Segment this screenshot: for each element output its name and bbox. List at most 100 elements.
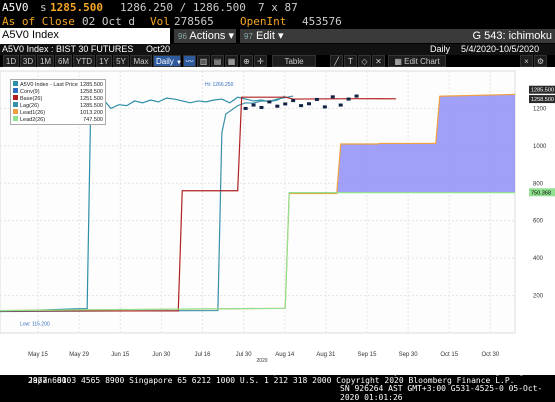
range-5y-button[interactable]: 5Y <box>113 55 129 67</box>
edit-chart-button[interactable]: ▦ Edit Chart <box>388 55 446 67</box>
candle-marker <box>251 103 256 107</box>
settings-icon[interactable]: ⚙ <box>534 55 547 67</box>
draw-line-icon[interactable]: ╱ <box>330 55 343 67</box>
range-3d-button[interactable]: 3D <box>20 55 36 67</box>
zoom-icon[interactable]: ⊕ <box>240 55 253 67</box>
candle-marker <box>322 105 327 109</box>
ticker-symbol: A5V0 <box>2 1 29 14</box>
stats-line: As of Close 02 Oct d Vol 278565 OpenInt … <box>0 14 555 28</box>
range-1m-button[interactable]: 1M <box>37 55 54 67</box>
crosshair-icon[interactable]: ✛ <box>254 55 267 67</box>
security-input[interactable]: A5V0 Index <box>0 28 170 44</box>
legend-item: Base(26) 1251.500 <box>13 95 103 102</box>
legend-swatch <box>13 88 18 93</box>
last-price: 1285.500 <box>50 1 103 14</box>
candle-marker <box>267 100 272 104</box>
edit-menu[interactable]: 97 Edit ▾ <box>240 29 300 43</box>
chevron-down-icon: ▾ <box>228 30 235 42</box>
menu-spacer <box>300 29 460 43</box>
clear-icon[interactable]: × <box>520 55 533 67</box>
actions-menu[interactable]: 96 Actions ▾ <box>174 29 236 43</box>
legend-value: 1013.200 <box>80 109 103 116</box>
vol-label: Vol <box>150 15 170 28</box>
x-tick-label: Oct 30 <box>481 352 499 358</box>
openint-value: 453576 <box>302 15 342 28</box>
command-bar: A5V0 Index 96 Actions ▾ 97 Edit ▾ G 543:… <box>0 28 555 44</box>
range-6m-button[interactable]: 6M <box>55 55 72 67</box>
legend-swatch <box>13 102 18 107</box>
bar-chart-icon[interactable]: ▥ <box>197 55 210 67</box>
y-tick-label: 200 <box>533 294 544 300</box>
text-annotation-icon[interactable]: T <box>344 55 357 67</box>
x-tick-label: Jul 16 <box>194 352 211 358</box>
y-tick-label: 600 <box>533 219 544 225</box>
y-tick-label: 1200 <box>533 106 547 112</box>
quote-line: A5V0 s 1285.500 1286.250 / 1286.500 7 x … <box>0 0 555 14</box>
eraser-icon[interactable]: ✕ <box>372 55 385 67</box>
low-annotation: Low: 115.200 <box>20 322 50 328</box>
bid-ask: 1286.250 / 1286.500 <box>120 1 246 14</box>
candle-marker <box>299 104 304 108</box>
hi-annotation: Hi: 1266.250 <box>205 82 234 88</box>
y-tick-label: 400 <box>533 256 544 262</box>
candle-marker <box>283 102 288 106</box>
candle-marker <box>314 97 319 101</box>
dropdown-arrow-icon: ▼ <box>176 60 182 66</box>
value-tag-label: 1285.500 <box>531 88 554 94</box>
legend-swatch <box>13 81 18 86</box>
x-tick-label: Aug 14 <box>275 352 295 358</box>
chevron-down-icon: ▾ <box>278 30 284 42</box>
frequency-select[interactable]: Daily ▼ <box>153 55 182 67</box>
candle-marker <box>330 95 335 99</box>
area-chart-icon[interactable]: ▦ <box>225 55 238 67</box>
description-bar: A5V0 Index : BIST 30 FUTURES Oct20 Daily… <box>0 44 555 55</box>
range-1d-button[interactable]: 1D <box>3 55 19 67</box>
bid-ask-size: 7 x 87 <box>258 1 298 14</box>
as-of-label: As of Close <box>2 15 75 28</box>
candle-marker <box>243 106 248 110</box>
as-of-date: 02 Oct d <box>82 15 135 28</box>
chart-legend: A5V0 Index - Last Price 1285.500 Conv(9) 12… <box>10 79 106 125</box>
last-prefix: s <box>40 1 47 14</box>
legend-item: Conv(9) 1258.500 <box>13 88 103 95</box>
legend-value: 1285.500 <box>80 102 103 109</box>
candle-marker <box>259 105 264 109</box>
edit-number: 97 <box>244 32 253 41</box>
x-tick-label: Jun 15 <box>111 352 130 358</box>
legend-swatch <box>13 95 18 100</box>
candle-marker <box>275 104 280 108</box>
actions-number: 96 <box>178 32 187 41</box>
x-tick-label: Jun 30 <box>152 352 171 358</box>
page-label: G 543: ichimoku <box>460 29 555 43</box>
range-max-button[interactable]: Max <box>130 55 152 67</box>
x-tick-label: Oct 15 <box>440 352 458 358</box>
value-tag-label: 1258.500 <box>531 97 554 103</box>
candle-marker <box>346 97 351 101</box>
edit-chart-icon: ▦ <box>394 57 402 66</box>
line-chart-icon[interactable]: 〰 <box>183 55 196 67</box>
period-label: Daily <box>430 44 451 54</box>
footer: Australia 61 2 9777 8600 Brazil 5511 239… <box>0 367 555 402</box>
candle-marker <box>291 99 296 103</box>
date-range: 5/4/2020-10/5/2020 <box>461 44 540 54</box>
chart-area[interactable]: 1200 1000 800 600 400 200 May 15 May 29 Jun 15 Ju… <box>0 67 555 375</box>
x-tick-label: Sep 30 <box>399 352 419 358</box>
value-tag-label: 750.368 <box>531 190 551 196</box>
table-button[interactable]: Table <box>272 55 316 67</box>
y-tick-label: 800 <box>533 181 544 187</box>
x-tick-label: Aug 31 <box>316 352 336 358</box>
y-tick-label: 1000 <box>533 144 547 150</box>
security-description: A5V0 Index : BIST 30 FUTURES <box>2 44 134 54</box>
shapes-icon[interactable]: ◇ <box>358 55 371 67</box>
candle-marker <box>338 103 343 107</box>
legend-item: Lead2(26) 747.500 <box>13 116 103 123</box>
legend-swatch <box>13 116 18 121</box>
range-1y-button[interactable]: 1Y <box>96 55 112 67</box>
candle-marker <box>354 94 359 98</box>
openint-label: OpenInt <box>240 15 287 28</box>
legend-value: 1285.500 <box>80 81 103 88</box>
x-tick-label: May 15 <box>28 352 48 358</box>
legend-label: Lead2(26) <box>20 117 46 123</box>
range-ytd-button[interactable]: YTD <box>73 55 95 67</box>
candle-chart-icon[interactable]: ▤ <box>211 55 224 67</box>
